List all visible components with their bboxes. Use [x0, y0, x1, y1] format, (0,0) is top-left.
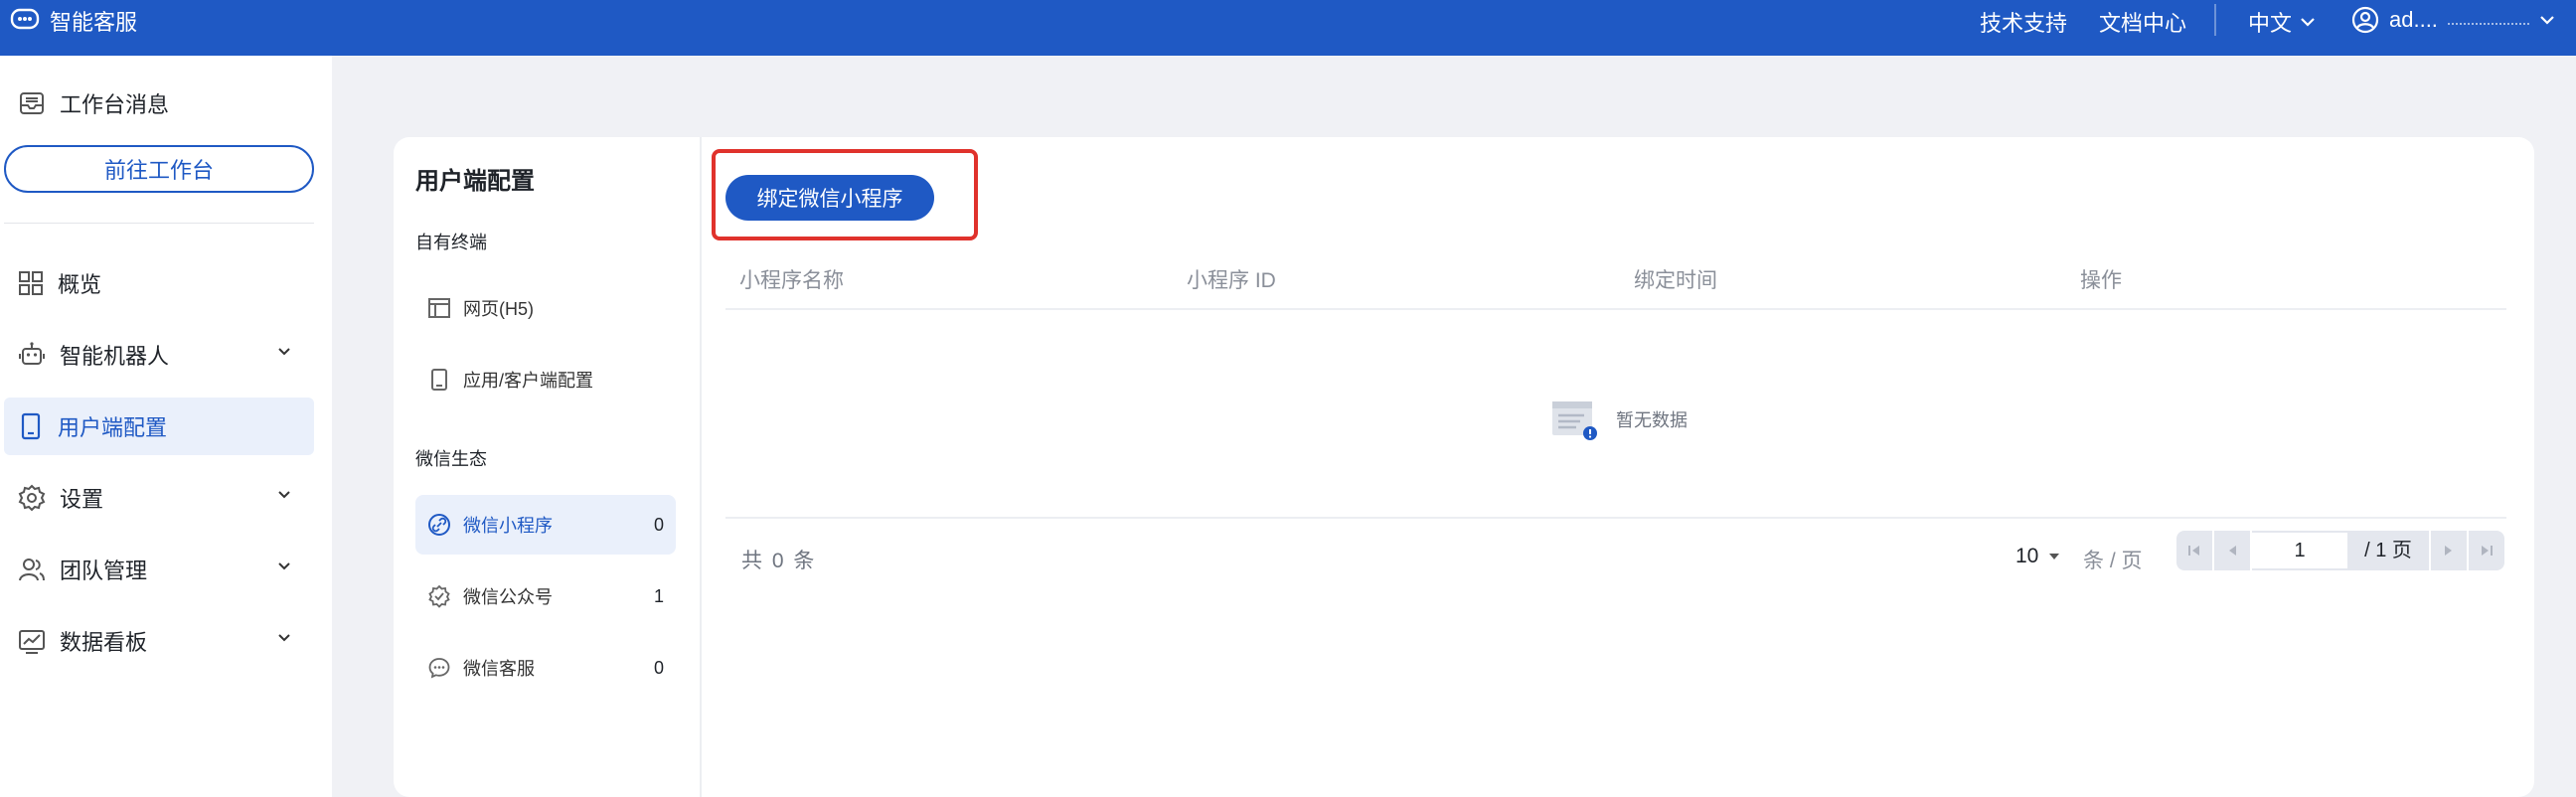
browser-window-icon: [428, 298, 450, 318]
chart-icon: [19, 630, 45, 654]
subnav-item-label: 微信公众号: [463, 587, 553, 607]
verified-badge-icon: [428, 584, 450, 608]
brand[interactable]: 智能客服: [10, 0, 137, 42]
subnav-item-app-client[interactable]: 应用/客户端配置: [415, 350, 676, 409]
group-own-terminal: 自有终端: [415, 233, 487, 252]
workbench-messages-label: 工作台消息: [60, 92, 170, 117]
chevron-down-icon: [2540, 16, 2554, 25]
table-bottom-divider: [725, 517, 2506, 519]
user-name-redacted: [2447, 15, 2529, 25]
user-icon: [2351, 6, 2379, 34]
goto-workbench-button[interactable]: 前往工作台: [4, 145, 314, 193]
page-size-value: 10: [2015, 545, 2039, 567]
subnav-item-count: 1: [653, 586, 664, 606]
sidebar-item-label: 数据看板: [60, 630, 148, 655]
sidebar-item-label: 团队管理: [60, 558, 148, 583]
chat-dots-icon: [428, 658, 450, 679]
workbench-messages[interactable]: 工作台消息: [18, 87, 169, 119]
language-label: 中文: [2248, 11, 2293, 36]
subnav-item-label: 应用/客户端配置: [463, 371, 594, 391]
page-size-select[interactable]: 10: [2015, 545, 2060, 568]
sidebar-item-overview[interactable]: 概览: [4, 254, 314, 312]
tech-support-link[interactable]: 技术支持: [1980, 6, 2067, 38]
table-header: 小程序名称 小程序 ID 绑定时间 操作: [725, 244, 2506, 310]
sidebar-divider: [4, 223, 314, 224]
inbox-icon: [20, 92, 44, 114]
language-selector[interactable]: 中文: [2248, 6, 2316, 38]
tablet-icon: [21, 412, 41, 440]
robot-icon: [19, 342, 45, 365]
bind-miniprogram-button[interactable]: 绑定微信小程序: [725, 175, 934, 221]
grid-icon: [19, 271, 43, 295]
first-page-icon: [2188, 546, 2199, 556]
sidebar-item-dashboard[interactable]: 数据看板: [4, 612, 314, 670]
column-header-id[interactable]: 小程序 ID: [1187, 264, 1276, 294]
sidebar-item-team[interactable]: 团队管理: [4, 541, 314, 598]
column-header-actions: 操作: [2080, 269, 2122, 292]
first-page-button[interactable]: [2176, 531, 2212, 570]
top-divider: [2214, 4, 2216, 36]
sidebar-item-label: 设置: [60, 487, 104, 512]
empty-document-icon: [1552, 401, 1597, 440]
sidebar: 工作台消息 前往工作台 概览 智能机器人 用户端配置 设置 团队管理 数据看板: [0, 56, 332, 797]
empty-text: 暂无数据: [1616, 410, 1688, 430]
column-header-name[interactable]: 小程序名称: [739, 264, 844, 294]
subnav-title: 用户端配置: [415, 168, 535, 195]
page-input[interactable]: 1: [2252, 531, 2347, 570]
page-total: / 1 页: [2347, 531, 2429, 570]
column-header-bind-time[interactable]: 绑定时间: [1634, 264, 1717, 294]
next-page-button[interactable]: [2431, 531, 2467, 570]
last-page-button[interactable]: [2469, 531, 2504, 570]
user-menu[interactable]: ad....: [2351, 6, 2555, 34]
last-page-icon: [2482, 546, 2493, 556]
docs-center-link[interactable]: 文档中心: [2099, 6, 2186, 38]
chat-bubble-icon: [10, 8, 40, 30]
sidebar-item-settings[interactable]: 设置: [4, 469, 314, 527]
subnav-item-label: 网页(H5): [463, 299, 534, 319]
chevron-down-icon: [278, 348, 290, 356]
sidebar-item-label: 概览: [58, 272, 102, 297]
subnav-item-web-h5[interactable]: 网页(H5): [415, 278, 676, 338]
group-wechat: 微信生态: [415, 449, 487, 469]
sidebar-item-client-config[interactable]: 用户端配置: [4, 398, 314, 455]
client-config-subnav: 用户端配置 自有终端 网页(H5) 应用/客户端配置 微信生态 微信小程序 0: [394, 137, 702, 797]
chevron-down-icon: [2301, 18, 2315, 27]
prev-page-button[interactable]: [2214, 531, 2250, 570]
pagination: 10 条 / 页 1 / 1 页: [394, 531, 2534, 578]
team-icon: [19, 558, 45, 581]
gear-icon: [18, 484, 46, 512]
subnav-item-wechat-service[interactable]: 微信客服 0: [415, 638, 676, 698]
user-name: ad....: [2389, 7, 2438, 32]
chevron-down-icon: [278, 562, 290, 570]
subnav-item-count: 0: [653, 658, 664, 678]
tablet-icon: [431, 369, 447, 391]
brand-name: 智能客服: [50, 10, 138, 35]
main-card: 用户端配置 自有终端 网页(H5) 应用/客户端配置 微信生态 微信小程序 0: [394, 137, 2534, 797]
chevron-down-icon: [278, 634, 290, 642]
caret-down-icon: [2049, 554, 2060, 559]
chevron-down-icon: [278, 491, 290, 499]
prev-page-icon: [2229, 546, 2236, 556]
per-page-label: 条 / 页: [2083, 550, 2143, 572]
next-page-icon: [2445, 546, 2452, 556]
sidebar-item-robot[interactable]: 智能机器人: [4, 326, 314, 384]
empty-state: 暂无数据: [1550, 398, 1688, 441]
sidebar-item-label: 智能机器人: [60, 344, 170, 369]
top-bar: 智能客服 技术支持 文档中心 中文 ad....: [0, 0, 2576, 56]
subnav-item-label: 微信客服: [463, 659, 535, 679]
sidebar-item-label: 用户端配置: [58, 415, 168, 440]
